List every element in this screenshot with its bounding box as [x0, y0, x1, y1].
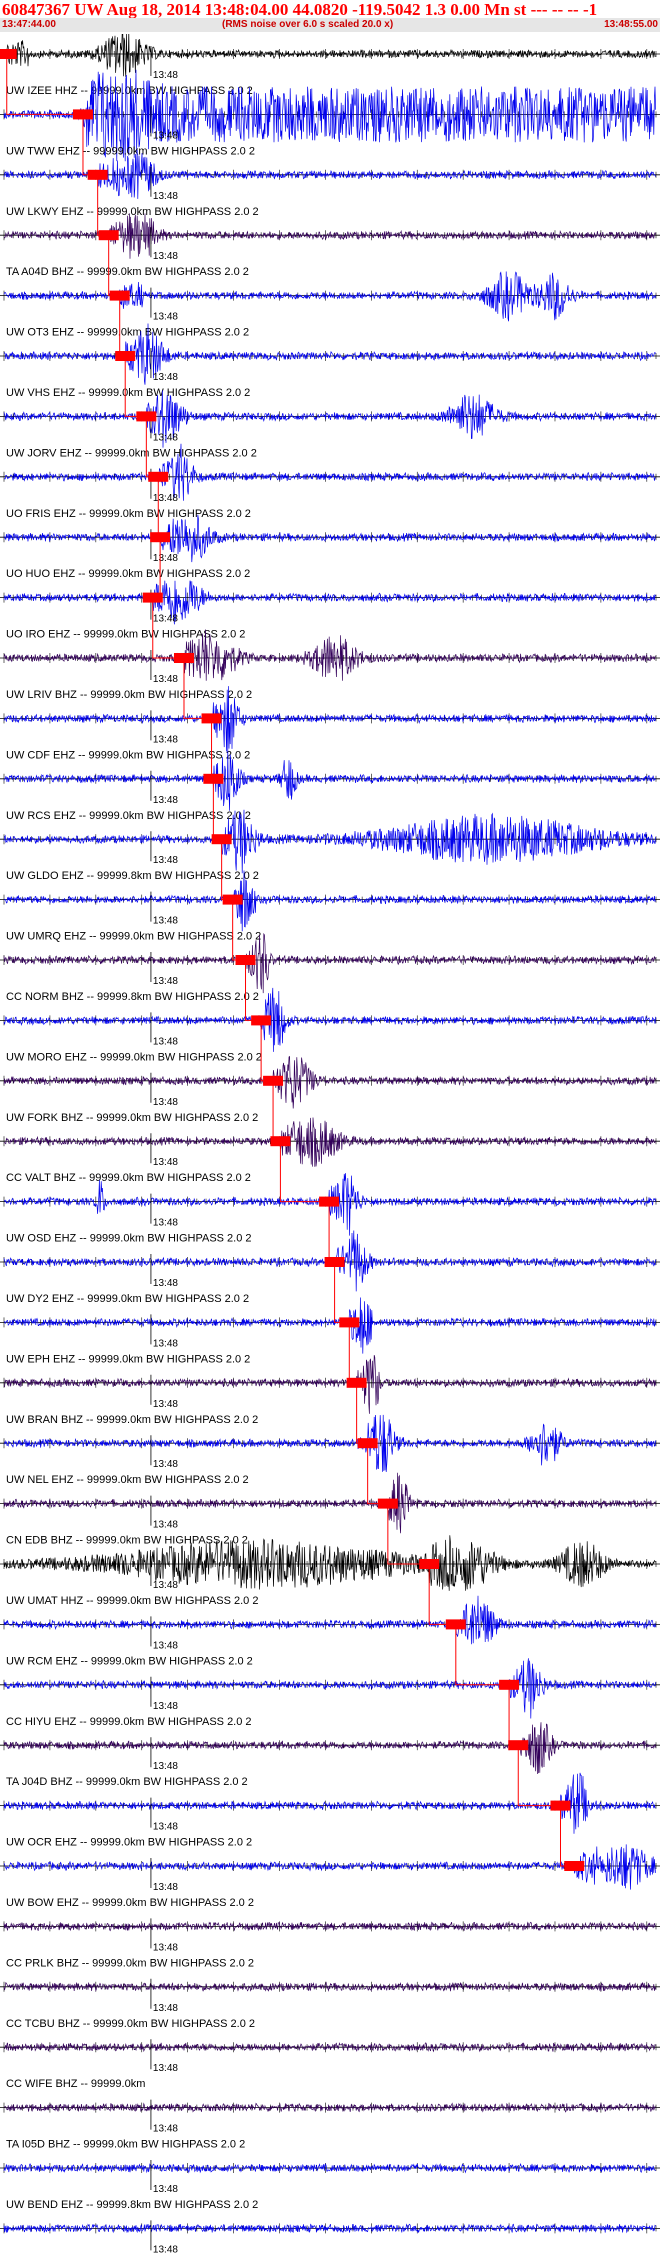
minute-tick-label: 13:48 — [153, 493, 178, 504]
waveform-trace — [3, 2102, 656, 2113]
station-label: UW VHS EHZ -- 99999.0km BW HIGHPASS 2.0 … — [6, 387, 250, 399]
station-label: UW JORV EHZ -- 99999.0km BW HIGHPASS 2.0… — [6, 447, 257, 459]
minute-tick-label: 13:48 — [153, 2003, 178, 2014]
station-label: UW BEND EHZ -- 99999.8km BW HIGHPASS 2.0… — [6, 2199, 258, 2211]
station-label: UW MORO EHZ -- 99999.0km BW HIGHPASS 2.0… — [6, 1051, 262, 1063]
minute-tick-label: 13:48 — [153, 1882, 178, 1893]
seismogram-plot: 13:48 UW IZEE HHZ -- 99999.0km BW HIGHPAS… — [0, 34, 660, 2255]
waveform-trace — [3, 1297, 656, 1354]
station-label: CC PRLK BHZ -- 99999.0km BW HIGHPASS 2.0… — [6, 1957, 254, 1969]
station-label: UW CDF EHZ -- 99999.0km BW HIGHPASS 2.0 … — [6, 749, 250, 761]
station-label: UW LRIV BHZ -- 99999.0km BW HIGHPASS 2.0… — [6, 689, 252, 701]
waveform-trace — [3, 34, 656, 78]
waveform-trace — [3, 271, 656, 322]
time-range-bar: 13:47:44.00 (RMS noise over 6.0 s scaled… — [0, 18, 660, 32]
station-label: CC TCBU BHZ -- 99999.0km BW HIGHPASS 2.0… — [6, 2018, 255, 2030]
waveform-trace — [3, 1844, 656, 1890]
station-label: TA I05D BHZ -- 99999.0km BW HIGHPASS 2.0… — [6, 2139, 245, 2151]
minute-tick-label: 13:48 — [153, 1218, 178, 1229]
waveform-trace — [3, 514, 656, 563]
station-label: UW OCR EHZ -- 99999.0km BW HIGHPASS 2.0 … — [6, 1837, 252, 1849]
minute-tick-label: 13:48 — [153, 1822, 178, 1833]
minute-tick-label: 13:48 — [153, 130, 178, 141]
minute-tick-label: 13:48 — [153, 1097, 178, 1108]
minute-tick-label: 13:48 — [153, 1580, 178, 1591]
station-label: UW RCM EHZ -- 99999.0km BW HIGHPASS 2.0 … — [6, 1655, 253, 1667]
waveform-trace — [3, 1055, 656, 1109]
station-label: CC WIFE BHZ -- 99999.0km — [6, 2078, 145, 2090]
station-label: UO FRIS EHZ -- 99999.0km BW HIGHPASS 2.0… — [6, 508, 251, 520]
minute-tick-label: 13:48 — [153, 251, 178, 262]
pick-moveout-line — [455, 1624, 510, 1686]
minute-tick-label: 13:48 — [153, 2124, 178, 2135]
station-label: UO HUO EHZ -- 99999.0km BW HIGHPASS 2.0 … — [6, 568, 250, 580]
start-time: 13:47:44.00 — [2, 19, 56, 30]
station-label: UW OSD EHZ -- 99999.0km BW HIGHPASS 2.0 … — [6, 1233, 252, 1245]
station-label: UW LKWY EHZ -- 99999.0km BW HIGHPASS 2.0… — [6, 206, 259, 218]
minute-tick-label: 13:48 — [153, 1942, 178, 1953]
rms-noise-note: (RMS noise over 6.0 s scaled 20.0 x) — [222, 19, 394, 30]
minute-tick-label: 13:48 — [153, 1036, 178, 1047]
station-label: UW EPH EHZ -- 99999.0km BW HIGHPASS 2.0 … — [6, 1353, 250, 1365]
station-label: UW GLDO EHZ -- 99999.8km BW HIGHPASS 2.0… — [6, 870, 259, 882]
station-label: UW RCS EHZ -- 99999.0km BW HIGHPASS 2.0 … — [6, 810, 251, 822]
minute-tick-label: 13:48 — [153, 1399, 178, 1410]
minute-tick-label: 13:48 — [153, 1701, 178, 1712]
minute-tick-label: 13:48 — [153, 553, 178, 564]
minute-tick-label: 13:48 — [153, 2184, 178, 2195]
minute-tick-label: 13:48 — [153, 1520, 178, 1531]
minute-tick-label: 13:48 — [153, 312, 178, 323]
station-label: TA J04D BHZ -- 99999.0km BW HIGHPASS 2.0… — [6, 1776, 248, 1788]
station-label: UW FORK BHZ -- 99999.0km BW HIGHPASS 2.0… — [6, 1112, 258, 1124]
station-label: UW NEL EHZ -- 99999.0km BW HIGHPASS 2.0 … — [6, 1474, 249, 1486]
minute-tick-label: 13:48 — [153, 1157, 178, 1168]
minute-tick-label: 13:48 — [153, 795, 178, 806]
station-label: UW BRAN BHZ -- 99999.0km BW HIGHPASS 2.0… — [6, 1414, 258, 1426]
minute-tick-label: 13:48 — [153, 372, 178, 383]
minute-tick-label: 13:48 — [153, 1761, 178, 1772]
waveform-trace — [3, 1722, 656, 1775]
pick-moveout-line — [334, 1262, 350, 1323]
minute-tick-label: 13:48 — [153, 976, 178, 987]
station-label: UW OT3 EHZ -- 99999.0km BW HIGHPASS 2.0 … — [6, 327, 249, 339]
minute-tick-label: 13:48 — [153, 674, 178, 685]
minute-tick-label: 13:48 — [153, 1459, 178, 1470]
waveform-trace — [3, 932, 656, 994]
station-label: CC VALT BHZ -- 99999.0km BW HIGHPASS 2.0… — [6, 1172, 251, 1184]
plot-header: 60847367 UW Aug 18, 2014 13:48:04.00 44.… — [0, 0, 660, 34]
minute-tick-label: 13:48 — [153, 614, 178, 625]
event-title: 60847367 UW Aug 18, 2014 13:48:04.00 44.… — [2, 0, 598, 19]
minute-tick-label: 13:48 — [153, 2063, 178, 2074]
station-label: CN EDB BHZ -- 99999.0km BW HIGHPASS 2.0 … — [6, 1535, 248, 1547]
waveform-trace — [3, 1117, 656, 1167]
station-label: UW UMAT HHZ -- 99999.0km BW HIGHPASS 2.0… — [6, 1595, 258, 1607]
station-label: UW DY2 EHZ -- 99999.0km BW HIGHPASS 2.0 … — [6, 1293, 249, 1305]
station-label: UW TWW EHZ -- 99999.0km BW HIGHPASS 2.0 … — [6, 145, 255, 157]
minute-tick-label: 13:48 — [153, 1640, 178, 1651]
minute-tick-label: 13:48 — [153, 1278, 178, 1289]
minute-tick-label: 13:48 — [153, 2244, 178, 2255]
end-time: 13:48:55.00 — [604, 19, 658, 30]
pick-marker — [0, 49, 17, 59]
minute-tick-label: 13:48 — [153, 70, 178, 81]
station-label: UW BOW EHZ -- 99999.0km BW HIGHPASS 2.0 … — [6, 1897, 254, 1909]
minute-tick-label: 13:48 — [153, 916, 178, 927]
station-label: CC HIYU EHZ -- 99999.0km BW HIGHPASS 2.0… — [6, 1716, 252, 1728]
minute-tick-label: 13:48 — [153, 1338, 178, 1349]
minute-tick-label: 13:48 — [153, 191, 178, 202]
waveform-trace — [3, 580, 656, 625]
minute-tick-label: 13:48 — [153, 734, 178, 745]
minute-tick-label: 13:48 — [153, 432, 178, 443]
pick-moveout-line — [348, 1322, 357, 1384]
station-label: UW UMRQ EHZ -- 99999.0km BW HIGHPASS 2.0… — [6, 931, 261, 943]
station-label: TA A04D BHZ -- 99999.0km BW HIGHPASS 2.0… — [6, 266, 249, 278]
station-label: UW IZEE HHZ -- 99999.0km BW HIGHPASS 2.0… — [6, 85, 253, 97]
minute-tick-label: 13:48 — [153, 855, 178, 866]
station-label: CC NORM BHZ -- 99999.8km BW HIGHPASS 2.0… — [6, 991, 259, 1003]
